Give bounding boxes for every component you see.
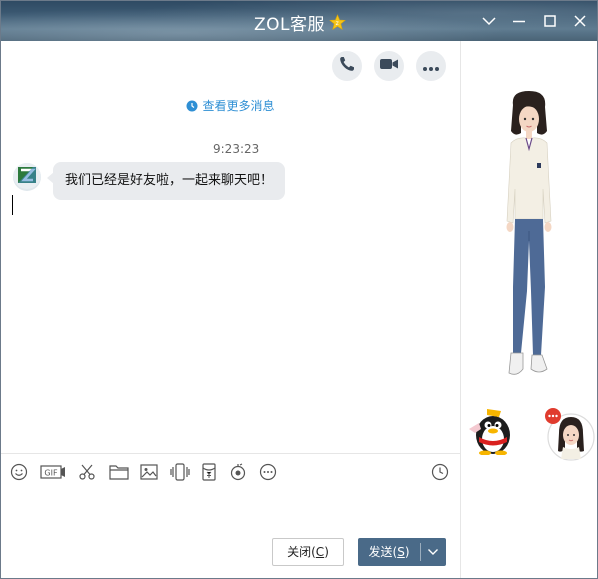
send-button-shortcut: S bbox=[397, 545, 405, 559]
dropdown-chevron-icon[interactable] bbox=[479, 11, 499, 31]
qq-penguin-icon[interactable] bbox=[465, 407, 517, 459]
close-icon[interactable] bbox=[570, 11, 590, 31]
history-clock-icon[interactable] bbox=[429, 461, 451, 483]
clock-icon bbox=[186, 100, 198, 115]
folder-icon[interactable] bbox=[108, 461, 130, 483]
view-more-messages-text: 查看更多消息 bbox=[202, 99, 275, 113]
image-icon[interactable] bbox=[138, 461, 160, 483]
send-button-divider bbox=[420, 543, 421, 561]
send-button-label: 发送( bbox=[368, 545, 398, 559]
chat-window: ZOL客服 z 查看更多消息 9:23:23 我们已经是好友啦，一起来聊天吧！ … bbox=[0, 0, 598, 579]
video-call-button[interactable] bbox=[374, 51, 404, 81]
svg-text:GIF: GIF bbox=[44, 469, 58, 478]
vip-badge-icon: z bbox=[329, 14, 346, 31]
emoji-icon[interactable] bbox=[8, 461, 30, 483]
zol-logo-icon bbox=[13, 163, 41, 191]
mini-avatar[interactable] bbox=[543, 407, 597, 465]
chat-panel: 查看更多消息 9:23:23 我们已经是好友啦，一起来聊天吧！ GIF 关闭(C… bbox=[1, 41, 460, 578]
avatar[interactable] bbox=[13, 163, 41, 191]
send-button[interactable]: 发送(S) bbox=[358, 538, 446, 566]
phone-call-button[interactable] bbox=[332, 51, 362, 81]
shake-window-icon[interactable] bbox=[169, 461, 191, 483]
more-tools-icon[interactable] bbox=[257, 461, 279, 483]
message-bubble: 我们已经是好友啦，一起来聊天吧！ bbox=[46, 162, 286, 200]
show-avatar-figure bbox=[491, 91, 567, 405]
voice-message-icon[interactable] bbox=[227, 461, 249, 483]
title-bar[interactable]: ZOL客服 z bbox=[1, 1, 597, 41]
send-button-label-wrap[interactable]: 发送(S) bbox=[358, 538, 420, 566]
send-options-chevron-icon[interactable] bbox=[424, 543, 442, 561]
more-options-button[interactable] bbox=[416, 51, 446, 81]
message-timestamp: 9:23:23 bbox=[213, 142, 260, 156]
minimize-icon[interactable] bbox=[509, 11, 529, 31]
more-horizontal-icon bbox=[422, 57, 440, 76]
profile-sidebar bbox=[460, 41, 597, 578]
red-packet-icon[interactable] bbox=[198, 461, 220, 483]
window-title-text: ZOL客服 bbox=[254, 15, 325, 35]
close-button-label: 关闭( bbox=[287, 545, 316, 559]
phone-icon bbox=[338, 55, 356, 77]
input-toolbar: GIF bbox=[1, 453, 460, 489]
text-caret bbox=[12, 195, 13, 215]
view-more-messages-link[interactable]: 查看更多消息 bbox=[1, 97, 460, 115]
send-button-label-end: ) bbox=[404, 545, 410, 559]
close-button-label-end: ) bbox=[324, 545, 329, 559]
maximize-icon[interactable] bbox=[540, 11, 560, 31]
close-button-shortcut: C bbox=[315, 545, 325, 559]
scissors-icon[interactable] bbox=[76, 461, 98, 483]
video-icon bbox=[379, 56, 399, 76]
close-button[interactable]: 关闭(C) bbox=[272, 538, 344, 566]
gif-icon[interactable]: GIF bbox=[40, 461, 66, 483]
svg-text:z: z bbox=[336, 20, 340, 27]
